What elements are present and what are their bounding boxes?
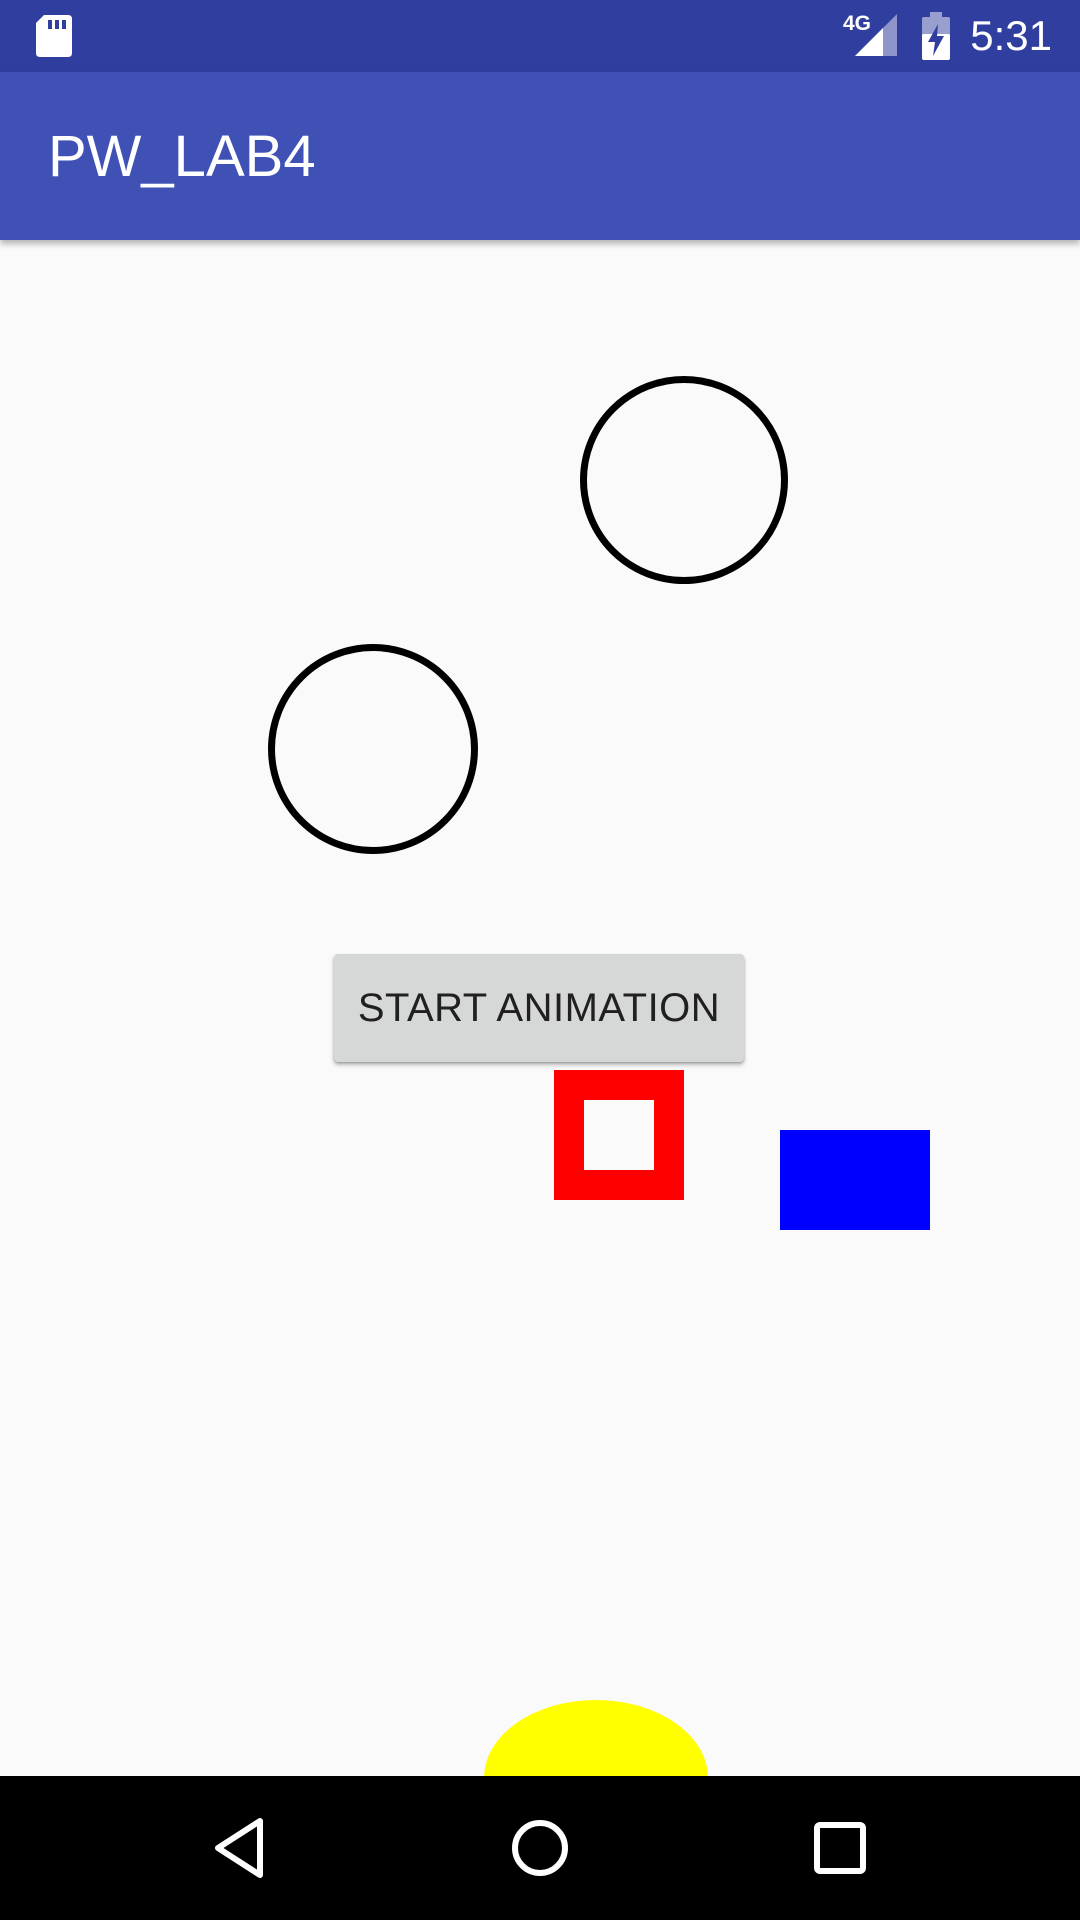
back-icon [215, 1818, 263, 1878]
start-animation-button[interactable]: START ANIMATION [334, 954, 744, 1062]
recents-icon [814, 1822, 866, 1874]
back-button[interactable] [190, 1798, 290, 1898]
circle-shape [268, 644, 478, 854]
app-title: PW_LAB4 [48, 124, 316, 189]
battery-charging-icon [922, 12, 950, 60]
blue-rectangle-shape [780, 1130, 930, 1230]
cell-signal-icon [855, 14, 897, 56]
home-button[interactable] [490, 1798, 590, 1898]
status-clock: 5:31 [970, 12, 1052, 59]
red-square-shape [554, 1070, 684, 1200]
navigation-bar [0, 1776, 1080, 1920]
sd-card-icon [36, 15, 72, 57]
home-icon [512, 1820, 568, 1876]
yellow-oval-shape [484, 1700, 708, 1776]
status-bar: 4G 5:31 [0, 0, 1080, 72]
recents-button[interactable] [790, 1798, 890, 1898]
animation-canvas: START ANIMATION [0, 240, 1080, 1776]
app-bar: PW_LAB4 [0, 72, 1080, 240]
circle-shape [580, 376, 788, 584]
